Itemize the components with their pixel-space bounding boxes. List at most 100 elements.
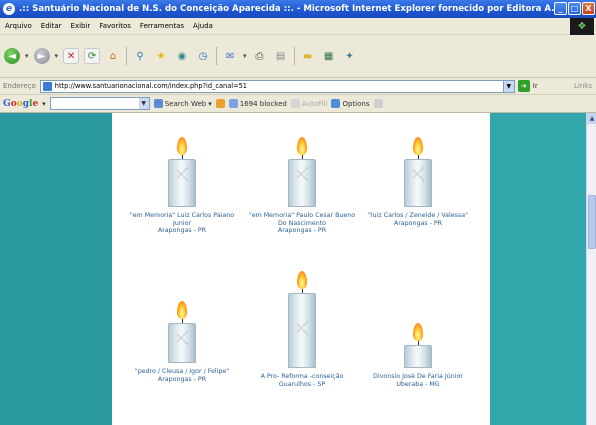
popup-blocked-icon: [228, 99, 238, 108]
page-icon: [42, 81, 52, 91]
menu-exibir[interactable]: Exibir: [71, 22, 91, 30]
window-controls: _ □ X: [554, 2, 595, 15]
favorites-star-icon[interactable]: ★: [153, 48, 169, 64]
candle-location: Uberaba - MG: [396, 380, 440, 388]
google-logo[interactable]: Google: [3, 99, 38, 109]
messenger-icon[interactable]: ▦: [321, 48, 337, 64]
candle-flame-icon: [177, 301, 187, 319]
autofill-button[interactable]: AutoFill: [290, 99, 328, 108]
candle-name: "em Memoria" Paulo Cesar Bueno Do Nascim…: [248, 212, 356, 227]
mail-icon[interactable]: ✉: [222, 48, 238, 64]
candle-item[interactable]: A Pro- Reforma -conseição Guarulhos - SP: [248, 271, 356, 388]
scroll-thumb[interactable]: [588, 195, 596, 249]
close-button[interactable]: X: [582, 2, 595, 15]
google-search-input[interactable]: ▼: [49, 97, 150, 110]
stop-icon[interactable]: ✕: [63, 48, 80, 64]
history-icon[interactable]: ◷: [195, 48, 211, 64]
google-menu-dropdown-icon[interactable]: ▾: [42, 100, 46, 108]
search-icon[interactable]: ⚲: [132, 48, 148, 64]
menu-arquivo[interactable]: Arquivo: [5, 22, 32, 30]
address-input[interactable]: http://www.santuarionacional.com/index.p…: [39, 79, 515, 93]
print-icon[interactable]: ⎙: [252, 48, 268, 64]
address-url: http://www.santuarionacional.com/index.p…: [54, 82, 247, 90]
options-button[interactable]: Options: [331, 99, 370, 108]
candle-caption: Divonsio José De Faria Júnior Uberaba - …: [364, 373, 472, 388]
standard-toolbar: ◄ ▾ ► ▾ ✕ ⟳ ⌂ ⚲ ★ ◉ ◷ ✉ ▾ ⎙ ▤ ▬ ▦ ✦: [0, 35, 596, 78]
page-rank-icon[interactable]: [215, 99, 225, 108]
minimize-button[interactable]: _: [554, 2, 567, 15]
address-bar: Endereço http://www.santuarionacional.co…: [0, 78, 596, 95]
autofill-icon: [290, 99, 300, 108]
candle-item[interactable]: "em Memoria" Paulo Cesar Bueno Do Nascim…: [248, 137, 356, 235]
go-arrow-icon[interactable]: ➔: [517, 80, 530, 92]
home-icon[interactable]: ⌂: [105, 48, 121, 64]
back-icon[interactable]: ◄: [4, 48, 20, 64]
edit-icon[interactable]: ▤: [273, 48, 289, 64]
menu-bar: Arquivo Editar Exibir Favoritos Ferramen…: [0, 18, 596, 35]
scroll-up-icon[interactable]: ▲: [587, 113, 596, 124]
candle-caption: "pedro / Cleusa / Igor / Felipe" Arapong…: [128, 368, 236, 383]
window-title: .:: Santuário Nacional de N.S. do Concei…: [19, 4, 562, 14]
candle-icon: [404, 159, 432, 207]
candle-caption: "em Memoria" Luiz Carlos Paiano Junior A…: [128, 212, 236, 235]
page-right-background: [490, 113, 586, 425]
candle-name: Divonsio José De Faria Júnior: [373, 373, 463, 380]
candle-item[interactable]: "luiz Carlos / Zeneide / Valessa" Arapon…: [364, 137, 472, 227]
search-web-label: Search Web: [164, 99, 207, 108]
forward-dropdown-icon[interactable]: ▾: [55, 52, 59, 60]
toolbar-separator: [126, 47, 128, 65]
candle-icon: [288, 293, 316, 368]
candle-location: Arapongas - PR: [277, 227, 327, 235]
candle-flame-icon: [413, 323, 423, 341]
google-search-dropdown-icon[interactable]: ▼: [138, 98, 149, 109]
search-web-button[interactable]: Search Web ▾: [153, 99, 212, 108]
candle-name: "em Memoria" Luiz Carlos Paiano Junior: [129, 212, 235, 227]
folder-icon[interactable]: ▬: [300, 48, 316, 64]
toolbar-separator: [216, 47, 218, 65]
back-dropdown-icon[interactable]: ▾: [25, 52, 29, 60]
candle-location: Arapongas - PR: [393, 219, 443, 227]
candle-location: Guarulhos - SP: [278, 380, 326, 388]
candle-name: "pedro / Cleusa / Igor / Felipe": [134, 368, 230, 375]
windows-flag-icon: ❖: [570, 18, 594, 35]
maximize-button[interactable]: □: [568, 2, 581, 15]
candle-flame-icon: [297, 271, 307, 289]
candle-caption: A Pro- Reforma -conseição Guarulhos - SP: [248, 373, 356, 388]
forward-icon[interactable]: ►: [33, 48, 50, 64]
address-label: Endereço: [3, 82, 36, 90]
candle-caption: "luiz Carlos / Zeneide / Valessa" Arapon…: [364, 212, 472, 227]
candle-mark: [297, 166, 308, 182]
blocked-count: 1694 blocked: [239, 99, 287, 108]
links-button[interactable]: Links: [574, 82, 592, 90]
autofill-label: AutoFill: [301, 99, 328, 108]
media-icon[interactable]: ◉: [174, 48, 190, 64]
candle-icon: [168, 323, 196, 363]
refresh-icon[interactable]: ⟳: [84, 48, 101, 64]
highlighter-icon[interactable]: [373, 99, 383, 108]
page-content: "em Memoria" Luiz Carlos Paiano Junior A…: [112, 113, 490, 425]
menu-ajuda[interactable]: Ajuda: [193, 22, 213, 30]
vertical-scrollbar[interactable]: ▲: [586, 113, 596, 425]
candle-caption: "em Memoria" Paulo Cesar Bueno Do Nascim…: [248, 212, 356, 235]
candle-mark: [413, 166, 424, 182]
menu-ferramentas[interactable]: Ferramentas: [140, 22, 184, 30]
candle-item[interactable]: "pedro / Cleusa / Igor / Felipe" Arapong…: [128, 301, 236, 383]
popup-blocker-button[interactable]: 1694 blocked: [228, 99, 287, 108]
options-icon: [331, 99, 341, 108]
candle-icon: [168, 159, 196, 207]
menu-editar[interactable]: Editar: [41, 22, 62, 30]
window-title-bar[interactable]: e .:: Santuário Nacional de N.S. do Conc…: [0, 0, 596, 18]
options-label: Options: [342, 99, 370, 108]
go-button[interactable]: Ir: [533, 82, 538, 90]
candle-item[interactable]: "em Memoria" Luiz Carlos Paiano Junior A…: [128, 137, 236, 235]
candle-item[interactable]: Divonsio José De Faria Júnior Uberaba - …: [364, 323, 472, 388]
mail-dropdown-icon[interactable]: ▾: [243, 52, 247, 60]
research-icon[interactable]: ✦: [342, 48, 358, 64]
candle-mark: [177, 330, 188, 346]
candle-name: "luiz Carlos / Zeneide / Valessa": [368, 212, 468, 219]
address-dropdown-icon[interactable]: ▼: [502, 80, 514, 92]
google-toolbar: Google ▾ ▼ Search Web ▾ 1694 blocked Aut…: [0, 95, 596, 113]
toolbar-separator: [293, 47, 295, 65]
menu-favoritos[interactable]: Favoritos: [99, 22, 131, 30]
page-left-background: [0, 113, 112, 425]
